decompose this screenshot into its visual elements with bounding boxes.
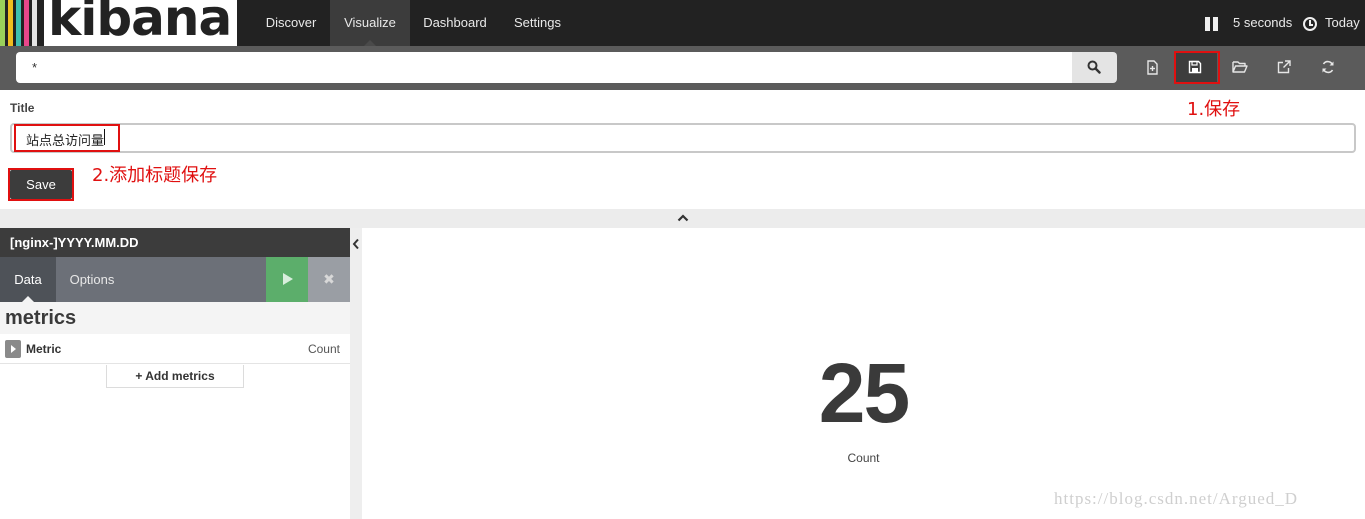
- tab-dashboard[interactable]: Dashboard: [410, 0, 500, 46]
- tab-data[interactable]: Data: [0, 257, 56, 302]
- add-metrics-label: Add metrics: [145, 369, 215, 383]
- sidebar-collapse-handle[interactable]: [350, 228, 362, 519]
- apply-changes-button[interactable]: [266, 257, 308, 302]
- search-icon: [1087, 60, 1101, 74]
- annotation-step-1: 1.保存: [1187, 99, 1241, 120]
- tab-settings[interactable]: Settings: [500, 0, 575, 46]
- logo-stripe: [0, 0, 5, 46]
- open-icon: [1232, 61, 1248, 73]
- save-button-highlight: [1174, 51, 1220, 84]
- annotation-step-2: 2.添加标题保存: [92, 165, 218, 186]
- clock-icon: [1303, 17, 1317, 31]
- title-label: Title: [10, 101, 35, 115]
- title-field-highlight: [14, 124, 120, 152]
- pause-icon[interactable]: [1205, 17, 1219, 31]
- refresh-interval[interactable]: 5 seconds: [1233, 0, 1292, 46]
- refresh-visualization-button[interactable]: [1308, 52, 1350, 84]
- kibana-logo[interactable]: kibana: [0, 0, 252, 46]
- new-visualization-button[interactable]: [1133, 52, 1175, 84]
- search-bar: [0, 46, 1365, 90]
- search-button[interactable]: [1072, 52, 1117, 83]
- time-range-picker[interactable]: Today: [1325, 0, 1360, 46]
- tab-discover[interactable]: Discover: [252, 0, 330, 46]
- top-navbar: kibana Discover Visualize Dashboard Sett…: [0, 0, 1365, 46]
- share-icon: [1277, 60, 1291, 74]
- open-visualization-button[interactable]: [1219, 52, 1261, 84]
- plus-icon: +: [135, 369, 143, 383]
- metrics-section-title: metrics: [5, 307, 77, 329]
- logo-wordmark: kibana: [44, 0, 238, 46]
- chevron-up-icon: [677, 214, 689, 222]
- new-visualization-icon: [1147, 60, 1158, 75]
- logo-stripe: [24, 0, 29, 46]
- visualization-canvas: 25 Count: [362, 228, 1365, 519]
- metric-caption: Count: [847, 451, 880, 465]
- chevron-left-icon: [352, 238, 359, 250]
- add-metrics-button[interactable]: + Add metrics: [106, 365, 244, 388]
- logo-stripe: [8, 0, 13, 46]
- vis-editor-sidebar: [nginx-]YYYY.MM.DD Data Options ✖ metric…: [0, 228, 350, 519]
- title-field[interactable]: [10, 123, 1356, 153]
- watermark: https://blog.csdn.net/Argued_D: [1054, 489, 1299, 508]
- metric-agg-row[interactable]: Metric Count: [0, 334, 350, 364]
- metric-agg-type: Count: [307, 342, 340, 356]
- collapse-panel-toggle[interactable]: [0, 209, 1365, 228]
- save-button-annotation-box: [8, 168, 74, 201]
- expand-caret-icon[interactable]: [5, 340, 21, 358]
- metric-agg-label: Metric: [26, 342, 62, 356]
- tab-visualize[interactable]: Visualize: [330, 0, 410, 46]
- search-input[interactable]: [16, 52, 1072, 83]
- refresh-icon: [1322, 60, 1334, 74]
- metric-value: 25: [818, 346, 910, 440]
- index-pattern-title: [nginx-]YYYY.MM.DD: [0, 228, 350, 257]
- tab-options[interactable]: Options: [56, 257, 128, 302]
- discard-changes-button[interactable]: ✖: [308, 257, 350, 302]
- share-visualization-button[interactable]: [1264, 52, 1306, 84]
- logo-stripe: [32, 0, 37, 46]
- logo-stripe: [16, 0, 21, 46]
- sidebar-tabs: Data Options ✖: [0, 257, 350, 302]
